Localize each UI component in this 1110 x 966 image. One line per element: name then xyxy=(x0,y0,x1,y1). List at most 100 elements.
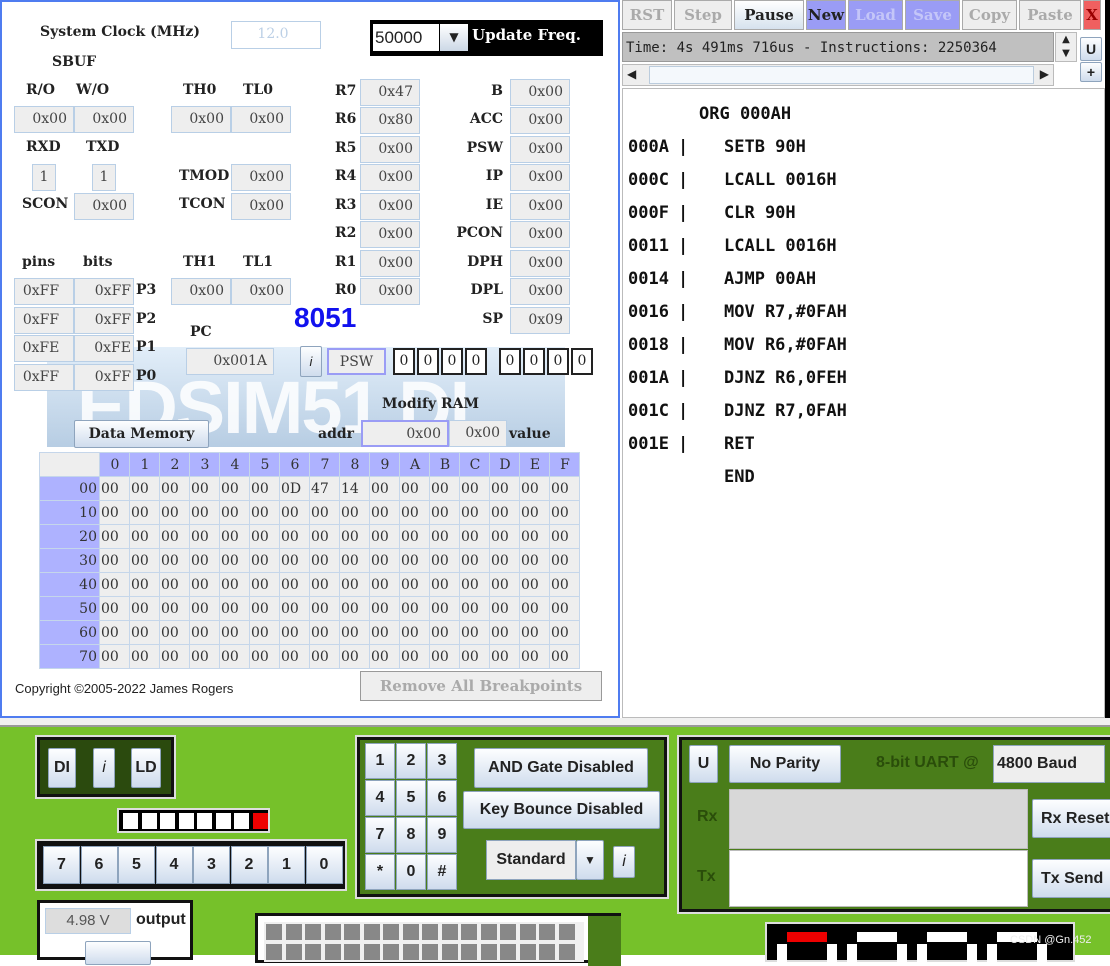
memory-cell[interactable]: 00 xyxy=(429,548,460,573)
memory-cell[interactable]: 00 xyxy=(279,644,310,669)
memory-cell[interactable]: 00 xyxy=(129,620,160,645)
psw-bit[interactable]: 0 xyxy=(441,348,463,375)
code-editor[interactable]: ORG 000AH 000A | SETB 90H 000C | LCALL 0016H 00… xyxy=(622,88,1105,718)
memory-cell[interactable]: 14 xyxy=(339,476,370,501)
keypad-key[interactable]: 8 xyxy=(396,817,426,853)
sfr-ie-field[interactable]: 0x00 xyxy=(510,193,570,220)
code-line[interactable]: LCALL 0016H xyxy=(724,236,837,256)
info-button[interactable]: i xyxy=(93,748,115,788)
tl1-field[interactable]: 0x00 xyxy=(231,278,291,305)
addr-input[interactable]: 0x00 xyxy=(361,420,449,447)
keypad-key[interactable]: 5 xyxy=(396,780,426,816)
switch-7[interactable]: 7 xyxy=(43,846,80,884)
port-pins-field[interactable]: 0xFF xyxy=(14,306,74,334)
memory-cell[interactable]: 00 xyxy=(279,572,310,597)
sbuf-wo-field[interactable]: 0x00 xyxy=(74,106,134,133)
switch-5[interactable]: 5 xyxy=(118,846,155,884)
memory-cell[interactable]: 00 xyxy=(369,476,400,501)
register-r4-field[interactable]: 0x00 xyxy=(360,164,420,191)
memory-cell[interactable]: 00 xyxy=(129,524,160,549)
memory-cell[interactable]: 00 xyxy=(429,620,460,645)
di-button[interactable]: DI xyxy=(48,748,76,788)
memory-cell[interactable]: 00 xyxy=(489,548,520,573)
memory-cell[interactable]: 00 xyxy=(159,644,190,669)
memory-cell[interactable]: 00 xyxy=(339,500,370,525)
keypad-key[interactable]: 7 xyxy=(365,817,395,853)
toolbar-step-button[interactable]: Step xyxy=(674,0,732,30)
memory-cell[interactable]: 00 xyxy=(159,596,190,621)
memory-cell[interactable]: 00 xyxy=(369,500,400,525)
memory-cell[interactable]: 00 xyxy=(189,620,220,645)
memory-cell[interactable]: 00 xyxy=(429,476,460,501)
keypad-key[interactable]: # xyxy=(427,854,457,890)
code-line[interactable]: DJNZ R6,0FEH xyxy=(724,368,847,388)
memory-cell[interactable]: 00 xyxy=(339,548,370,573)
memory-cell[interactable]: 00 xyxy=(189,596,220,621)
memory-cell[interactable]: 00 xyxy=(99,620,130,645)
keypad-info-button[interactable]: i xyxy=(613,846,635,878)
memory-cell[interactable]: 00 xyxy=(459,620,490,645)
memory-cell[interactable]: 00 xyxy=(249,644,280,669)
memory-cell[interactable]: 00 xyxy=(489,596,520,621)
memory-cell[interactable]: 00 xyxy=(429,572,460,597)
sbuf-ro-field[interactable]: 0x00 xyxy=(14,106,74,133)
memory-cell[interactable]: 00 xyxy=(399,620,430,645)
memory-cell[interactable]: 00 xyxy=(369,524,400,549)
memory-cell[interactable]: 00 xyxy=(489,476,520,501)
memory-cell[interactable]: 00 xyxy=(519,644,550,669)
scroll-left-icon[interactable]: ◀ xyxy=(627,67,636,81)
toolbar-paste-button[interactable]: Paste xyxy=(1019,0,1081,30)
memory-cell[interactable]: 00 xyxy=(309,620,340,645)
memory-cell[interactable]: 00 xyxy=(519,548,550,573)
memory-cell[interactable]: 00 xyxy=(129,644,160,669)
memory-cell[interactable]: 00 xyxy=(219,476,250,501)
memory-cell[interactable]: 00 xyxy=(189,572,220,597)
parity-button[interactable]: No Parity xyxy=(729,745,841,783)
register-r7-field[interactable]: 0x47 xyxy=(360,79,420,106)
chevron-down-icon[interactable]: ▼ xyxy=(440,24,468,51)
memory-cell[interactable]: 00 xyxy=(399,572,430,597)
rxd-field[interactable]: 1 xyxy=(32,164,56,191)
port-pins-field[interactable]: 0xFF xyxy=(14,363,74,391)
memory-cell[interactable]: 00 xyxy=(459,500,490,525)
code-line[interactable]: AJMP 00AH xyxy=(724,269,816,289)
memory-cell[interactable]: 00 xyxy=(219,572,250,597)
memory-cell[interactable]: 00 xyxy=(429,524,460,549)
psw-bit[interactable]: 0 xyxy=(547,348,569,375)
memory-cell[interactable]: 00 xyxy=(219,548,250,573)
memory-cell[interactable]: 47 xyxy=(309,476,340,501)
memory-cell[interactable]: 00 xyxy=(99,596,130,621)
register-r6-field[interactable]: 0x80 xyxy=(360,107,420,134)
chevron-down-icon[interactable]: ▼ xyxy=(576,840,604,880)
code-line[interactable]: END xyxy=(724,467,755,487)
memory-cell[interactable]: 00 xyxy=(519,500,550,525)
memory-cell[interactable]: 00 xyxy=(459,596,490,621)
memory-cell[interactable]: 00 xyxy=(249,596,280,621)
memory-cell[interactable]: 00 xyxy=(129,596,160,621)
memory-cell[interactable]: 00 xyxy=(219,500,250,525)
memory-cell[interactable]: 00 xyxy=(459,548,490,573)
scon-field[interactable]: 0x00 xyxy=(74,193,134,220)
sfr-b-field[interactable]: 0x00 xyxy=(510,79,570,106)
data-memory-button[interactable]: Data Memory xyxy=(74,420,209,448)
memory-cell[interactable]: 00 xyxy=(159,476,190,501)
keypad-key[interactable]: 9 xyxy=(427,817,457,853)
memory-cell[interactable]: 00 xyxy=(429,596,460,621)
memory-cell[interactable]: 00 xyxy=(339,596,370,621)
rx-reset-button[interactable]: Rx Reset xyxy=(1032,799,1110,838)
keypad-key[interactable]: 4 xyxy=(365,780,395,816)
memory-cell[interactable]: 00 xyxy=(99,548,130,573)
plus-button[interactable]: + xyxy=(1080,62,1102,82)
scroll-thumb[interactable] xyxy=(649,66,1034,84)
sfr-psw-field[interactable]: 0x00 xyxy=(510,136,570,163)
code-line[interactable]: LCALL 0016H xyxy=(724,170,837,190)
ld-button[interactable]: LD xyxy=(131,748,161,788)
tx-send-button[interactable]: Tx Send xyxy=(1032,859,1110,898)
memory-cell[interactable]: 00 xyxy=(99,524,130,549)
memory-cell[interactable]: 00 xyxy=(249,548,280,573)
code-line[interactable]: RET xyxy=(724,434,755,454)
sfr-dph-field[interactable]: 0x00 xyxy=(510,250,570,277)
uart-u-button[interactable]: U xyxy=(689,745,718,783)
memory-cell[interactable]: 00 xyxy=(249,476,280,501)
u-button[interactable]: U xyxy=(1080,37,1102,61)
